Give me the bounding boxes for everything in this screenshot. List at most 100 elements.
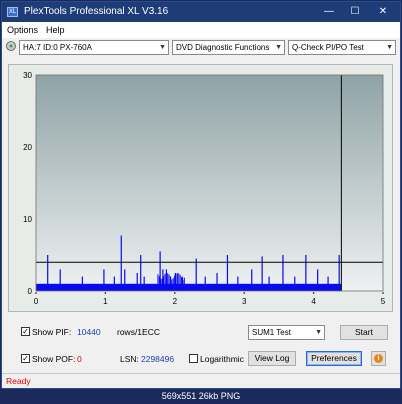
pi-bar <box>157 274 159 291</box>
function-select-value: DVD Diagnostic Functions <box>176 43 270 52</box>
pi-spike-bar <box>165 269 167 291</box>
pi-bar <box>168 274 170 291</box>
x-tick-label: 1 <box>103 297 108 306</box>
title-bar: XL PlexTools Professional XL V3.16 — ☐ ✕ <box>2 2 400 22</box>
toolbar: HA:7 ID:0 PX-760A ▼ DVD Diagnostic Funct… <box>2 38 400 60</box>
pi-spike-bar <box>226 255 229 291</box>
pi-spike-bar <box>268 276 270 291</box>
status-text: Ready <box>6 376 31 386</box>
chart-panel: 0 10 20 30 0 1 2 3 4 5 <box>8 64 393 312</box>
pi-spike-bar <box>204 276 206 291</box>
pi-spike-bar <box>136 273 138 291</box>
pi-spike-bar <box>305 255 307 291</box>
x-tick-label: 4 <box>311 297 316 306</box>
pof-value: 0 <box>77 354 82 364</box>
pi-spike-bar <box>261 256 263 291</box>
pi-spike-bar <box>195 258 197 291</box>
test-select-value: Q-Check PI/PO Test <box>292 43 364 52</box>
drive-icon <box>6 41 16 51</box>
pi-spike-bar <box>113 276 115 291</box>
x-tick-mark <box>243 292 245 294</box>
pi-po-chart: 0 10 20 30 0 1 2 3 4 5 <box>23 71 386 306</box>
app-window: XL PlexTools Professional XL V3.16 — ☐ ✕… <box>1 1 401 389</box>
y-tick-label: 30 <box>23 71 32 80</box>
show-pif-checkbox[interactable]: ✓ <box>21 327 30 336</box>
preferences-button[interactable]: Preferences <box>306 351 362 366</box>
pi-bar <box>167 273 169 291</box>
logarithmic-label: Logarithmic <box>200 354 244 364</box>
lsn-label: LSN: <box>120 354 139 364</box>
pif-unit: rows/1ECC <box>117 327 160 337</box>
x-tick-mark <box>35 292 37 294</box>
pi-bar <box>183 277 185 291</box>
status-bar: Ready <box>2 373 400 388</box>
pi-spike-bar <box>169 276 172 291</box>
pi-spike-bar <box>81 276 84 291</box>
pi-spike-bar <box>140 255 142 291</box>
pi-spike-bar <box>120 235 122 291</box>
y-tick-label: 20 <box>23 143 32 152</box>
pi-bar <box>179 274 181 291</box>
test-select[interactable]: Q-Check PI/PO Test ▼ <box>288 40 396 55</box>
pi-spike-bar <box>143 276 145 291</box>
app-icon: XL <box>7 7 18 17</box>
minimize-button[interactable]: — <box>316 2 342 22</box>
menu-bar: Options Help <box>2 22 400 38</box>
pi-spike-bar <box>174 273 176 291</box>
x-tick-mark <box>312 292 315 294</box>
x-tick-label: 5 <box>381 297 386 306</box>
pif-value: 10440 <box>77 327 101 337</box>
view-log-button[interactable]: View Log <box>248 351 296 366</box>
pi-bar <box>178 273 180 291</box>
drive-select[interactable]: HA:7 ID:0 PX-760A ▼ <box>19 40 169 55</box>
pi-spike-bar <box>181 276 183 291</box>
sum-test-select-value: SUM1 Test <box>252 328 291 337</box>
y-tick-label: 0 <box>28 287 33 296</box>
show-pof-label: Show POF: <box>32 354 76 364</box>
chevron-down-icon: ▼ <box>275 44 282 51</box>
y-tick-label: 10 <box>23 215 32 224</box>
menu-options[interactable]: Options <box>7 25 38 35</box>
chevron-down-icon: ▼ <box>386 44 393 51</box>
pi-bar <box>164 274 166 291</box>
plot-area <box>36 75 383 291</box>
x-tick-label: 0 <box>34 297 39 306</box>
pi-spike-bar <box>338 255 340 291</box>
menu-help[interactable]: Help <box>46 25 65 35</box>
x-tick-label: 2 <box>173 297 178 306</box>
pi-spike-bar <box>159 251 161 291</box>
pi-bar <box>176 273 178 291</box>
pi-spike-bar <box>162 269 164 291</box>
info-icon: i <box>374 354 383 363</box>
pi-spike-bar <box>317 269 319 291</box>
x-tick-mark <box>382 292 384 294</box>
maximize-button[interactable]: ☐ <box>342 2 368 22</box>
close-button[interactable]: ✕ <box>370 2 396 22</box>
pi-spike-bar <box>237 276 239 291</box>
function-select[interactable]: DVD Diagnostic Functions ▼ <box>172 40 285 55</box>
pi-spike-bar <box>103 269 105 291</box>
pi-bar <box>171 279 173 291</box>
logarithmic-checkbox[interactable] <box>189 354 198 363</box>
sum-test-select[interactable]: SUM1 Test ▼ <box>248 325 325 340</box>
show-pif-label: Show PIF: <box>32 327 72 337</box>
drive-select-value: HA:7 ID:0 PX-760A <box>23 43 92 52</box>
pi-spike-bar <box>47 255 49 291</box>
window-title: PlexTools Professional XL V3.16 <box>24 6 169 17</box>
pi-spike-bar <box>124 269 126 291</box>
pi-spike-bar <box>59 269 61 291</box>
pi-spike-bar <box>251 269 253 291</box>
image-info-footer: 569x551 26kb PNG <box>0 389 402 404</box>
pi-spike-bar <box>282 255 284 291</box>
x-tick-label: 3 <box>242 297 247 306</box>
start-button[interactable]: Start <box>340 325 388 340</box>
pi-spike-bar <box>327 276 329 291</box>
x-tick-mark <box>174 292 176 294</box>
show-pof-checkbox[interactable]: ✓ <box>21 354 30 363</box>
pi-spike-bar <box>294 276 296 291</box>
x-tick-mark <box>104 292 107 294</box>
pi-bar <box>172 278 174 291</box>
chevron-down-icon: ▼ <box>159 44 166 51</box>
info-button[interactable]: i <box>371 351 386 366</box>
pi-spike-bar <box>216 273 218 291</box>
